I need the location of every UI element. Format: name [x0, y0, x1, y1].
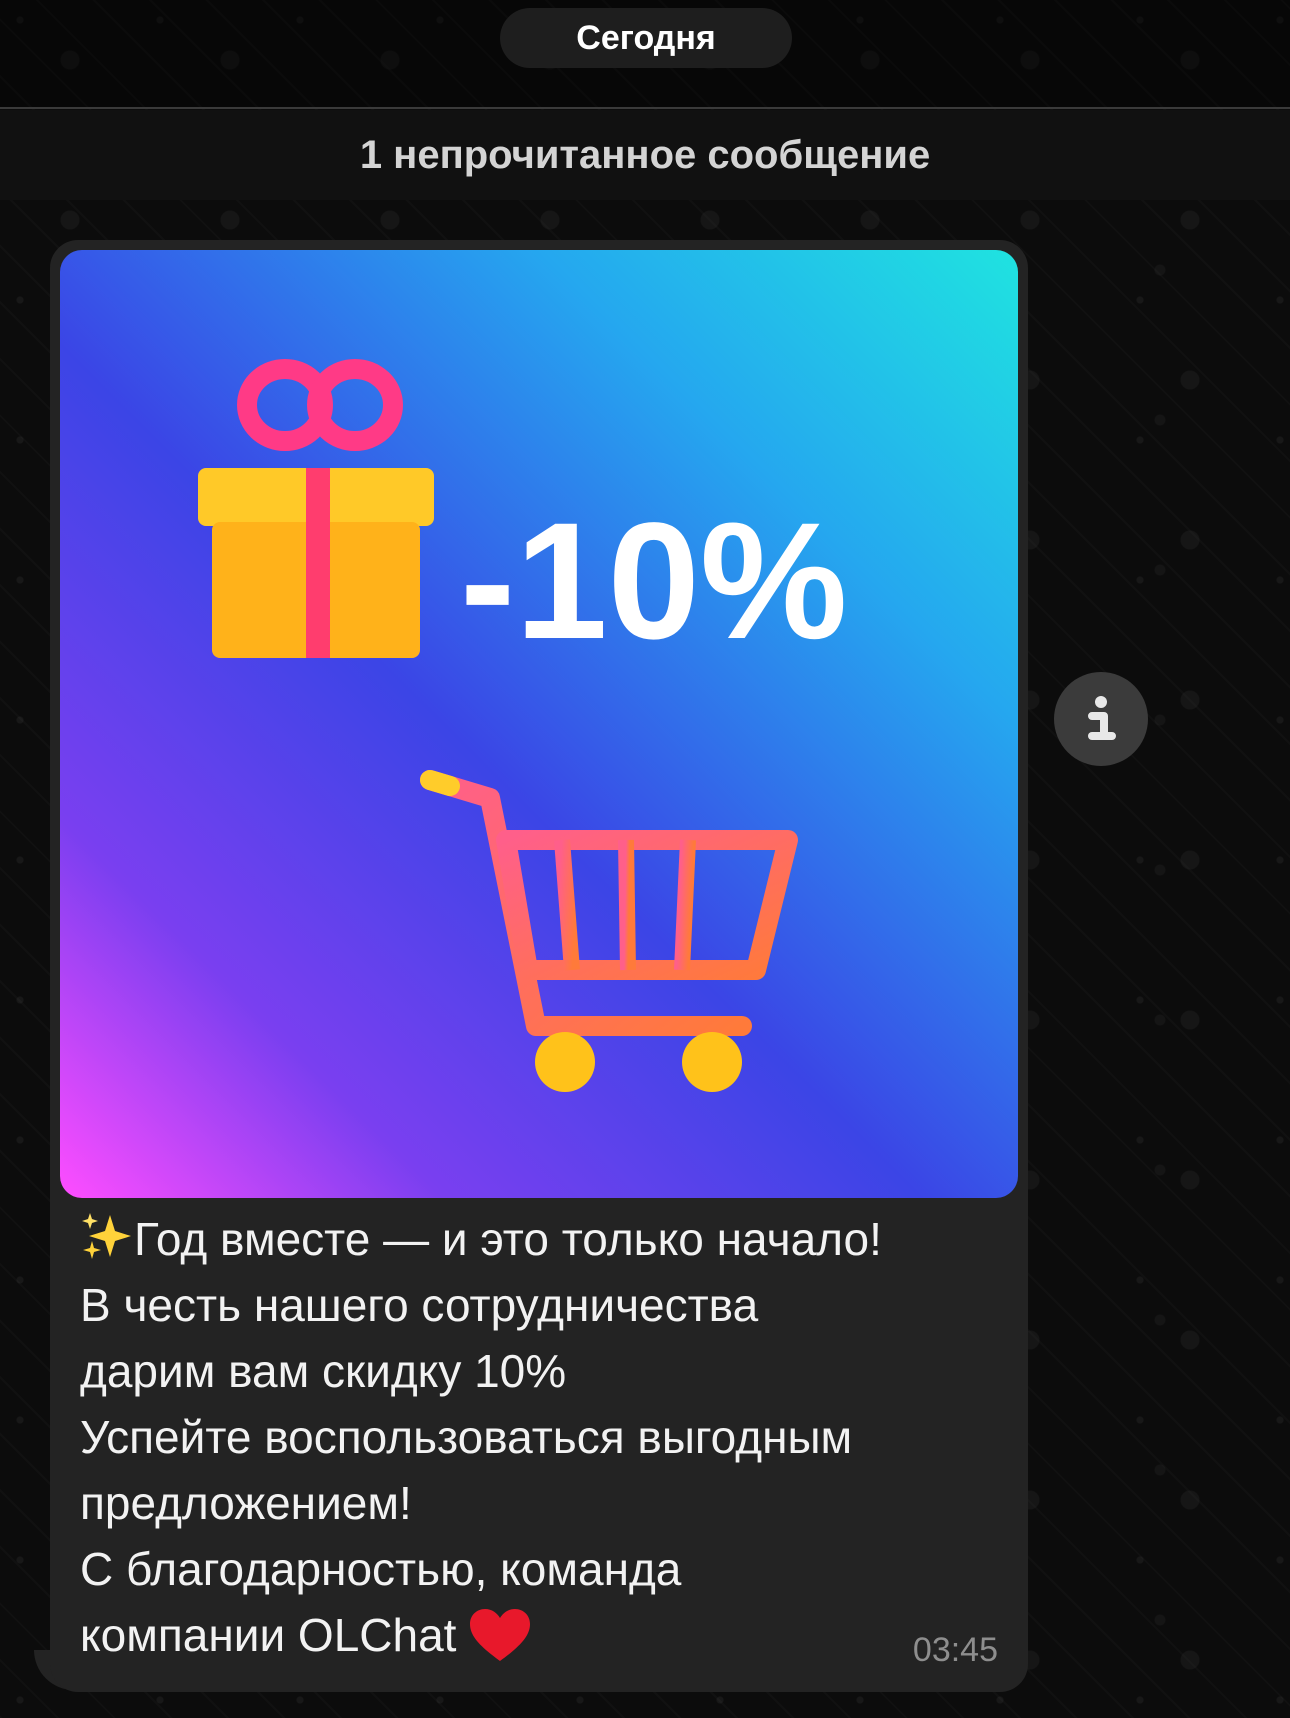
message-line-3: дарим вам скидку 10%	[80, 1345, 567, 1397]
info-icon	[1088, 696, 1116, 740]
message-line-7-text: компании OLChat	[80, 1609, 457, 1661]
info-button[interactable]	[1054, 672, 1148, 766]
message-line-1: Год вместе — и это только начало!	[80, 1206, 1010, 1272]
message-timestamp: 03:45	[912, 1631, 998, 1669]
message-bubble[interactable]: -10% Год вместе — и это только начало! В…	[50, 240, 1028, 1692]
message-line-2: В честь нашего сотрудничества	[80, 1279, 759, 1331]
heart-icon	[470, 1609, 531, 1661]
message-line-4: Успейте воспользоваться выгодным	[80, 1411, 853, 1463]
discount-label: -10%	[460, 489, 848, 674]
message-line-6: С благодарностью, команда	[80, 1543, 682, 1595]
message-line-1-text: Год вместе — и это только начало!	[134, 1213, 882, 1265]
divider	[0, 107, 1290, 109]
unread-messages-divider: 1 непрочитанное сообщение	[0, 110, 1290, 200]
date-header: Сегодня	[500, 8, 792, 68]
sparkles-icon	[82, 1213, 131, 1259]
message-line-5: предложением!	[80, 1477, 412, 1529]
promo-image-graphic: -10%	[60, 250, 1018, 1198]
promo-image[interactable]: -10%	[60, 250, 1018, 1198]
message-text: Год вместе — и это только начало! В чест…	[80, 1206, 1010, 1668]
message-line-7: компании OLChat	[80, 1602, 1010, 1668]
